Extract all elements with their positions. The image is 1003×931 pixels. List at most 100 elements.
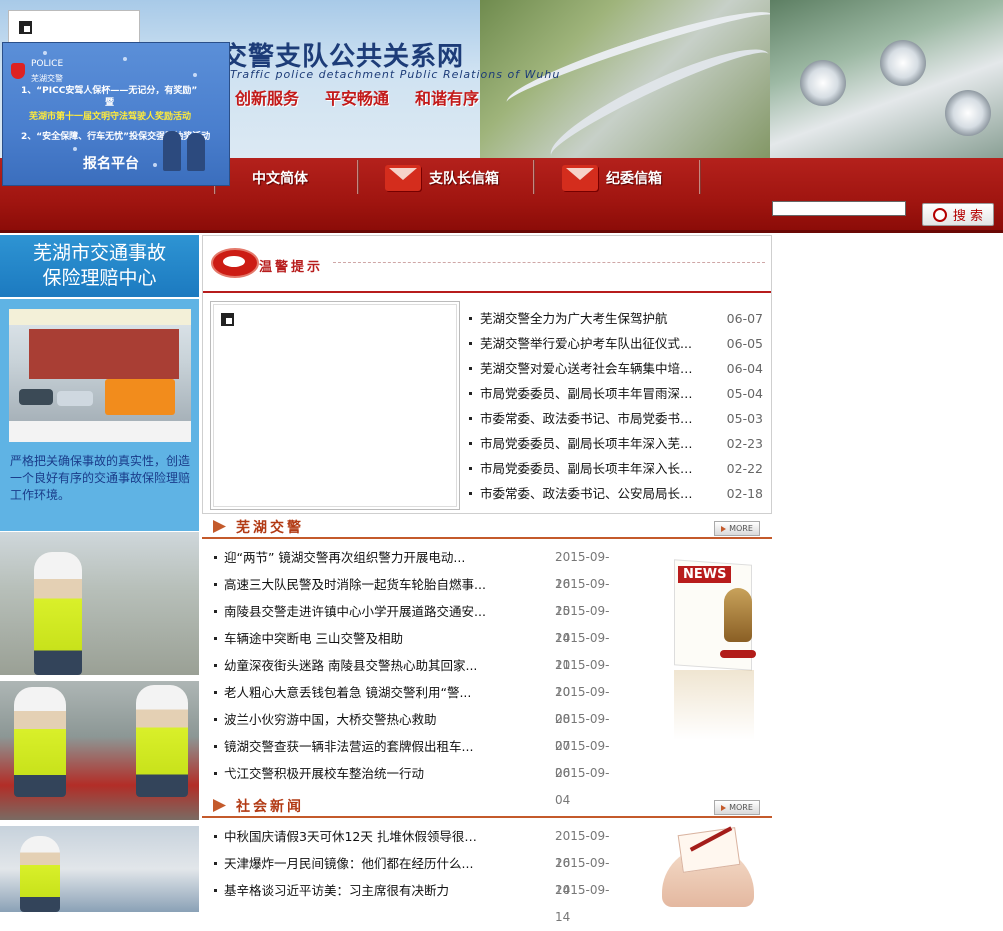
news-item-title[interactable]: 基辛格谈习近平访美：习主席很有决断力: [224, 877, 486, 904]
news-item-title[interactable]: 幼童深夜街头迷路 南陵县交警热心助其回家...: [224, 652, 486, 679]
envelope-icon: [562, 165, 598, 191]
nav-divider: [357, 160, 359, 194]
news-item[interactable]: 镜湖交警查获一辆非法营运的套牌假出租车... 2015-09-06: [214, 733, 624, 780]
news-item-title[interactable]: 弋江交警积极开展校车整治统一行动: [224, 760, 486, 787]
notice-item-date: 06-04: [726, 361, 763, 376]
notice-item-title[interactable]: 芜湖交警举行爱心护考车队出征仪式...: [480, 331, 702, 356]
snow-dot: [153, 163, 157, 167]
nav-item-chinese-simplified[interactable]: 中文简体: [252, 158, 308, 198]
notice-item-title[interactable]: 市局党委委员、副局长项丰年深入长江...: [480, 456, 702, 481]
nav-item-discipline-mailbox[interactable]: 纪委信箱: [562, 158, 662, 198]
nav-item-label: 中文简体: [252, 171, 308, 187]
bullet-icon: [214, 889, 217, 892]
notice-item-title[interactable]: 市局党委委员、副局长项丰年冒雨深入...: [480, 381, 702, 406]
notice-header: 温警提示: [203, 236, 771, 293]
popup-line-1b: 暨: [105, 98, 115, 108]
notice-item[interactable]: 市局党委委员、副局长项丰年深入芜宣... 02-23: [469, 431, 763, 456]
notice-item-date: 06-05: [726, 336, 763, 351]
notice-item-date: 02-18: [726, 486, 763, 501]
notice-panel: 温警提示 芜湖交警全力为广大考生保驾护航 06-07 芜湖交警举行爱心护考车队出征…: [202, 235, 772, 514]
photo-building: [29, 329, 179, 379]
news-item[interactable]: 车辆途中突断电 三山交警及相助 2015-09-11: [214, 625, 624, 672]
notice-item-date: 02-22: [726, 461, 763, 476]
insurance-center-photo[interactable]: [9, 309, 191, 442]
news-item-title[interactable]: 车辆途中突断电 三山交警及相助: [224, 625, 486, 652]
news-item-title[interactable]: 镜湖交警查获一辆非法营运的套牌假出租车...: [224, 733, 486, 760]
notice-item[interactable]: 芜湖交警举行爱心护考车队出征仪式... 06-05: [469, 331, 763, 356]
news-item[interactable]: 弋江交警积极开展校车整治统一行动 2015-09-04: [214, 760, 624, 807]
motorcycle-wheel-icon: [945, 90, 991, 136]
news-item[interactable]: 幼童深夜街头迷路 南陵县交警热心助其回家... 2015-09-10: [214, 652, 624, 699]
police-photo-2[interactable]: [0, 681, 199, 820]
nav-item-label: 纪委信箱: [606, 171, 662, 187]
notice-item[interactable]: 市局党委委员、副局长项丰年深入长江... 02-22: [469, 456, 763, 481]
insurance-center-header[interactable]: 芜湖市交通事故 保险理赔中心: [0, 235, 199, 297]
news-item-title[interactable]: 天津爆炸一月民间镜像：他们都在经历什么...: [224, 850, 486, 877]
notice-title: 温警提示: [259, 260, 324, 275]
officer-figure: [20, 836, 60, 912]
floating-ad-popup[interactable]: POLICE 芜湖交警 1、“PICC安驾人保杯——无记分，有奖励” 暨 芜湖市…: [2, 42, 230, 186]
search-icon: [932, 207, 947, 222]
news-item-title[interactable]: 中秋国庆请假3天可休12天 扎堆休假领导很愁...: [224, 823, 486, 850]
search-input[interactable]: [772, 201, 906, 216]
more-button[interactable]: MORE: [714, 800, 760, 815]
nav-item-label: 支队长信箱: [429, 171, 499, 187]
bullet-icon: [469, 467, 472, 470]
news-item[interactable]: 中秋国庆请假3天可休12天 扎堆休假领导很愁... 2015-09-16: [214, 823, 624, 870]
news-item[interactable]: 波兰小伙穷游中国，大桥交警热心救助 2015-09-07: [214, 706, 624, 753]
envelope-icon: [385, 165, 421, 191]
microphone-icon: [724, 588, 752, 642]
bullet-icon: [214, 745, 217, 748]
cartoon-officer-icon: [163, 131, 181, 171]
notice-item[interactable]: 市委常委、政法委书记、公安局局长张... 02-18: [469, 481, 763, 506]
notice-item-title[interactable]: 市委常委、政法委书记、公安局局长张...: [480, 481, 702, 506]
microphone-base: [720, 650, 756, 658]
bullet-icon: [469, 317, 472, 320]
bullet-icon: [214, 637, 217, 640]
news-item[interactable]: 老人粗心大意丢钱包着急 镜湖交警利用“警... 2015-09-08: [214, 679, 624, 726]
notice-list: 芜湖交警全力为广大考生保驾护航 06-07 芜湖交警举行爱心护考车队出征仪式...…: [469, 306, 763, 506]
notice-item-title[interactable]: 芜湖交警全力为广大考生保驾护航: [480, 306, 702, 331]
notice-item-date: 05-03: [726, 411, 763, 426]
news-item[interactable]: 高速三大队民警及时消除一起货车轮胎自燃事... 2015-09-15: [214, 571, 624, 618]
insurance-title-line1: 芜湖市交通事故: [32, 242, 166, 264]
notice-item[interactable]: 芜湖交警全力为广大考生保驾护航 06-07: [469, 306, 763, 331]
news-item[interactable]: 迎“两节” 镜湖交警再次组织警力开展电动... 2015-09-16: [214, 544, 624, 591]
news-tag: NEWS: [678, 566, 732, 583]
news-item[interactable]: 天津爆炸一月民间镜像：他们都在经历什么... 2015-09-14: [214, 850, 624, 897]
nav-divider: [699, 160, 701, 194]
popup-signup-button[interactable]: 报名平台: [83, 153, 139, 173]
notice-item-date: 05-04: [726, 386, 763, 401]
photo-info-strip: [9, 421, 191, 442]
bullet-icon: [214, 772, 217, 775]
police-photo-1[interactable]: [0, 532, 199, 675]
nav-item-captain-mailbox[interactable]: 支队长信箱: [385, 158, 499, 198]
notice-item-title[interactable]: 市委常委、政法委书记、市局党委书记...: [480, 406, 702, 431]
photo-car: [19, 389, 53, 405]
snow-dot: [43, 51, 47, 55]
news-item[interactable]: 基辛格谈习近平访美：习主席很有决断力 2015-09-14: [214, 877, 624, 924]
news-item-title[interactable]: 老人粗心大意丢钱包着急 镜湖交警利用“警...: [224, 679, 486, 706]
bullet-icon: [214, 835, 217, 838]
site-subtitle: Traffic police detachment Public Relatio…: [230, 68, 561, 81]
notice-image-frame[interactable]: [210, 301, 460, 510]
notice-item[interactable]: 市委常委、政法委书记、市局党委书记... 05-03: [469, 406, 763, 431]
news-item-title[interactable]: 波兰小伙穷游中国，大桥交警热心救助: [224, 706, 486, 733]
notice-item-title[interactable]: 芜湖交警对爱心送考社会车辆集中培训...: [480, 356, 702, 381]
notice-item[interactable]: 芜湖交警对爱心送考社会车辆集中培训... 06-04: [469, 356, 763, 381]
police-photo-3[interactable]: [0, 826, 199, 912]
photo-car: [57, 391, 93, 406]
popup-line-2: 芜湖市第十一届文明守法驾驶人奖励活动: [29, 112, 192, 122]
news-item-title[interactable]: 南陵县交警走进许镇中心小学开展道路交通安...: [224, 598, 486, 625]
bullet-icon: [469, 417, 472, 420]
notice-item[interactable]: 市局党委委员、副局长项丰年冒雨深入... 05-04: [469, 381, 763, 406]
more-button[interactable]: MORE: [714, 521, 760, 536]
police-badge-icon: [11, 63, 25, 79]
news-item-title[interactable]: 迎“两节” 镜湖交警再次组织警力开展电动...: [224, 544, 486, 571]
news-item[interactable]: 南陵县交警走进许镇中心小学开展道路交通安... 2015-09-14: [214, 598, 624, 645]
main-content: 温警提示 芜湖交警全力为广大考生保驾护航 06-07 芜湖交警举行爱心护考车队出征…: [202, 235, 772, 924]
notice-item-title[interactable]: 市局党委委员、副局长项丰年深入芜宣...: [480, 431, 702, 456]
search-button[interactable]: 搜 索: [922, 203, 994, 226]
news-item-title[interactable]: 高速三大队民警及时消除一起货车轮胎自燃事...: [224, 571, 486, 598]
bullet-icon: [214, 583, 217, 586]
